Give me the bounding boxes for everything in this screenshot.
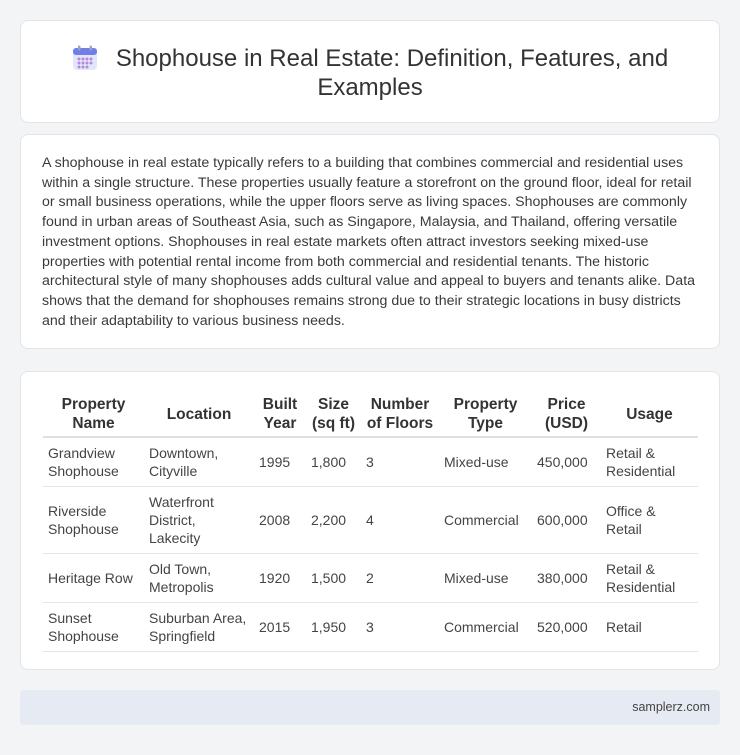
table-cell: Retail & Residential [601,437,698,487]
table-cell: 2015 [254,602,306,652]
table-cell: 3 [361,437,439,487]
column-header: Location [144,393,254,438]
table-cell: Retail & Residential [601,553,698,603]
table-row: Heritage Row Old Town, Metropolis 1920 1… [43,553,698,603]
column-header: Built Year [254,393,306,438]
column-header: Size (sq ft) [306,393,361,438]
table-header-row: Property Name Location Built Year Size (… [43,393,698,438]
table-cell: 450,000 [532,437,601,487]
page-title-wrap: Shophouse in Real Estate: Definition, Fe… [21,44,719,102]
table-cell: 2,200 [306,486,361,554]
table-cell: 380,000 [532,553,601,603]
table-row: Sunset Shophouse Suburban Area, Springfi… [43,602,698,652]
table-cell: Office & Retail [601,486,698,554]
property-table: Property Name Location Built Year Size (… [43,393,698,652]
table-cell: Mixed-use [439,437,532,487]
table-cell: Commercial [439,602,532,652]
column-header: Property Type [439,393,532,438]
table-cell: Old Town, Metropolis [144,553,254,603]
table-cell: 2008 [254,486,306,554]
footer-site-link[interactable]: samplerz.com [632,700,710,714]
table-cell: Waterfront District, Lakecity [144,486,254,554]
footer-bar: samplerz.com [20,690,720,725]
table-cell: 520,000 [532,602,601,652]
table-cell: Riverside Shophouse [43,486,144,554]
table-cell: Commercial [439,486,532,554]
table-cell: 4 [361,486,439,554]
table-row: Riverside Shophouse Waterfront District,… [43,486,698,554]
table-cell: 1,500 [306,553,361,603]
table-cell: Heritage Row [43,553,144,603]
table-cell: 600,000 [532,486,601,554]
intro-card: A shophouse in real estate typically ref… [20,134,720,349]
table-cell: 1,800 [306,437,361,487]
table-cell: Downtown, Cityville [144,437,254,487]
table-cell: Grandview Shophouse [43,437,144,487]
table-cell: Sunset Shophouse [43,602,144,652]
column-header: Usage [601,393,698,438]
table-cell: 1995 [254,437,306,487]
table-cell: 3 [361,602,439,652]
table-row: Grandview Shophouse Downtown, Cityville … [43,437,698,487]
intro-paragraph: A shophouse in real estate typically ref… [42,155,696,329]
table-cell: Mixed-use [439,553,532,603]
column-header: Price (USD) [532,393,601,438]
calendar-icon [72,45,97,70]
page-title: Shophouse in Real Estate: Definition, Fe… [115,45,669,101]
table-cell: Suburban Area, Springfield [144,602,254,652]
table-cell: 1,950 [306,602,361,652]
column-header: Property Name [43,393,144,438]
table-cell: 2 [361,553,439,603]
table-cell: 1920 [254,553,306,603]
column-header: Number of Floors [361,393,439,438]
header-card: Shophouse in Real Estate: Definition, Fe… [20,20,720,123]
table-card: Property Name Location Built Year Size (… [20,371,720,670]
table-cell: Retail [601,602,698,652]
